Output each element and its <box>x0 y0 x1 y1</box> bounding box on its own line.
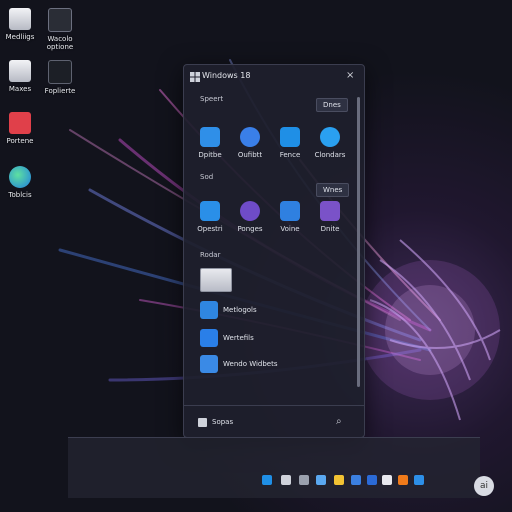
app-icon <box>200 301 218 319</box>
widgets-icon <box>200 355 218 373</box>
footer-label[interactable]: Sopas <box>212 418 233 426</box>
app-label: Dnite <box>320 225 340 233</box>
app-dpitbe[interactable]: Dpitbe <box>192 127 228 159</box>
desktop-icon-label: Foplierte <box>44 87 76 95</box>
section-label-speert: Speert <box>200 95 224 103</box>
desktop-icons: Medliigs Wacolo optione Maxes Foplierte … <box>0 0 110 220</box>
start-panel: Windows 18 × Speert Dnes Dpitbe Oufibtt … <box>183 64 365 438</box>
list-item-label: Wertefils <box>223 334 254 342</box>
file-icon <box>9 60 31 82</box>
wnes-button[interactable]: Wnes <box>316 183 350 197</box>
window-title: Windows 18 <box>202 71 251 80</box>
app-opestri[interactable]: Opestri <box>192 201 228 233</box>
settings-icon[interactable] <box>414 475 424 485</box>
app-clondars[interactable]: Clondars <box>312 127 348 159</box>
folder-thumbnail[interactable] <box>200 268 232 292</box>
panel-footer: Sopas ⌕ <box>184 405 364 438</box>
download-icon <box>280 127 300 147</box>
desktop-icon-toblcis[interactable]: Toblcis <box>0 166 42 199</box>
app-dnite[interactable]: Dnite <box>312 201 348 233</box>
windows-logo-icon <box>190 72 200 82</box>
list-item-label: Wendo Widbets <box>223 360 278 368</box>
file-explorer-icon[interactable] <box>334 475 344 485</box>
taskbar <box>68 437 480 498</box>
app-label: Fence <box>279 151 301 159</box>
cloud-icon <box>320 127 340 147</box>
start-icon[interactable] <box>262 475 272 485</box>
desktop-icon-label: Maxes <box>8 85 32 93</box>
scrollbar[interactable] <box>357 97 360 387</box>
widgets-icon <box>280 201 300 221</box>
app-ponges[interactable]: Ponges <box>232 201 268 233</box>
app-label: Oufibtt <box>237 151 263 159</box>
section-label-rodar: Rodar <box>200 251 221 259</box>
files-icon <box>320 201 340 221</box>
desktop-icon-foplierte[interactable]: Foplierte <box>38 60 82 95</box>
desktop-icon-medliigs[interactable]: Medliigs <box>0 8 42 41</box>
store-taskbar-icon[interactable] <box>367 475 377 485</box>
desktop-icon-label: Medliigs <box>5 33 35 41</box>
messenger-icon <box>240 127 260 147</box>
user-icon[interactable] <box>198 418 207 427</box>
list-item-label: Metlogols <box>223 306 257 314</box>
app-voine[interactable]: Voine <box>272 201 308 233</box>
store-icon <box>200 201 220 221</box>
app-label: Clondars <box>314 151 346 159</box>
edge-icon[interactable] <box>351 475 361 485</box>
desktop-icon-portene[interactable]: Portene <box>0 112 42 145</box>
close-button[interactable]: × <box>346 70 354 81</box>
desktop-icon-label: Portene <box>6 137 34 145</box>
search-icon[interactable]: ⌕ <box>336 416 342 427</box>
document-icon <box>48 8 72 32</box>
app-fence[interactable]: Fence <box>272 127 308 159</box>
desktop-icon-maxes[interactable]: Maxes <box>0 60 42 93</box>
title-bar: Windows 18 × <box>184 65 364 89</box>
app-oufibtt[interactable]: Oufibtt <box>232 127 268 159</box>
firefox-icon[interactable] <box>398 475 408 485</box>
widgets-taskbar-icon[interactable] <box>299 475 309 485</box>
refresh-icon <box>200 329 218 347</box>
document-icon <box>48 60 72 84</box>
desktop-icon-label: Toblcis <box>8 191 32 199</box>
dnes-button[interactable]: Dnes <box>316 98 348 112</box>
app-label: Voine <box>280 225 300 233</box>
app-label: Ponges <box>237 225 263 233</box>
power-icon <box>240 201 260 221</box>
section-label-sod: Sod <box>200 173 214 181</box>
file-icon <box>9 8 31 30</box>
app-label: Dpitbe <box>198 151 222 159</box>
desktop-icon-label: Wacolo optione <box>46 35 74 51</box>
folder-icon <box>200 127 220 147</box>
chat-icon[interactable] <box>316 475 326 485</box>
mail-icon[interactable] <box>382 475 392 485</box>
search-app-icon <box>9 112 31 134</box>
desktop-icon-wacolo[interactable]: Wacolo optione <box>38 8 82 51</box>
ai-badge[interactable]: ai <box>474 476 494 496</box>
app-label: Opestri <box>197 225 223 233</box>
edge-browser-icon <box>9 166 31 188</box>
task-view-icon[interactable] <box>281 475 291 485</box>
